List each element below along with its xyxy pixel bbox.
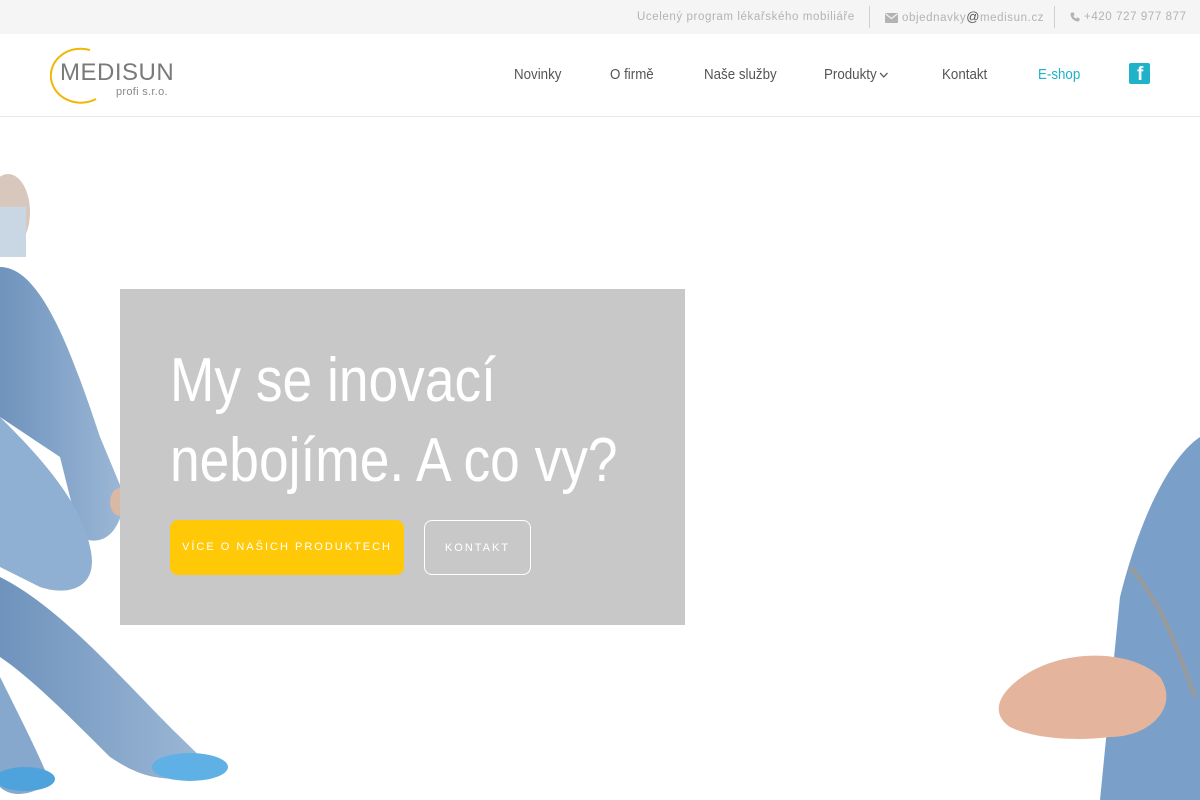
email-user: objednavky xyxy=(902,12,967,24)
more-products-button[interactable]: Více o našich produktech xyxy=(170,520,404,575)
medisun-logo[interactable]: MEDISUN profi s.r.o. xyxy=(50,46,175,104)
hero-background-image-right xyxy=(998,437,1200,800)
email-link[interactable]: objednavky@medisun.cz xyxy=(885,0,1044,34)
hero-headline: My se inovací nebojíme. A co vy? xyxy=(170,341,618,501)
logo-wordmark: MEDISUN xyxy=(60,59,175,86)
email-at: @ xyxy=(966,9,980,24)
nav-item-produkty[interactable]: Produkty xyxy=(824,34,889,117)
phone-icon xyxy=(1070,12,1080,22)
phone-link[interactable]: +420 727 977 877 xyxy=(1070,0,1187,34)
email-domain: medisun.cz xyxy=(979,12,1045,24)
nav-item-novinky[interactable]: Novinky xyxy=(514,34,561,117)
nav-item-o-firme[interactable]: O firmě xyxy=(610,34,654,117)
phone-number: +420 727 977 877 xyxy=(1084,11,1187,23)
chevron-down-icon xyxy=(879,34,889,117)
hero-section: My se inovací nebojíme. A co vy? Více o … xyxy=(0,117,1200,800)
nav-item-nase-sluzby[interactable]: Naše služby xyxy=(704,34,777,117)
hero-headline-line-1: My se inovací xyxy=(170,346,496,415)
hero-headline-line-2: nebojíme. A co vy? xyxy=(170,426,618,495)
facebook-icon[interactable]: f xyxy=(1129,63,1150,85)
nav-item-produkty-label: Produkty xyxy=(824,67,877,83)
tagline: Ucelený program lékařského mobiliáře xyxy=(637,11,855,23)
envelope-icon xyxy=(885,12,898,23)
divider xyxy=(1054,6,1055,28)
divider xyxy=(869,6,870,28)
nav-item-kontakt[interactable]: Kontakt xyxy=(942,34,987,117)
facebook-glyph: f xyxy=(1137,64,1144,85)
nav-item-e-shop[interactable]: E-shop xyxy=(1038,34,1080,117)
contact-button[interactable]: Kontakt xyxy=(424,520,531,575)
top-utility-bar: Ucelený program lékařského mobiliáře obj… xyxy=(0,0,1200,34)
logo-subtitle: profi s.r.o. xyxy=(116,86,168,98)
main-header: MEDISUN profi s.r.o. Novinky O firmě Naš… xyxy=(0,34,1200,117)
hero-panel: My se inovací nebojíme. A co vy? Více o … xyxy=(120,289,685,625)
